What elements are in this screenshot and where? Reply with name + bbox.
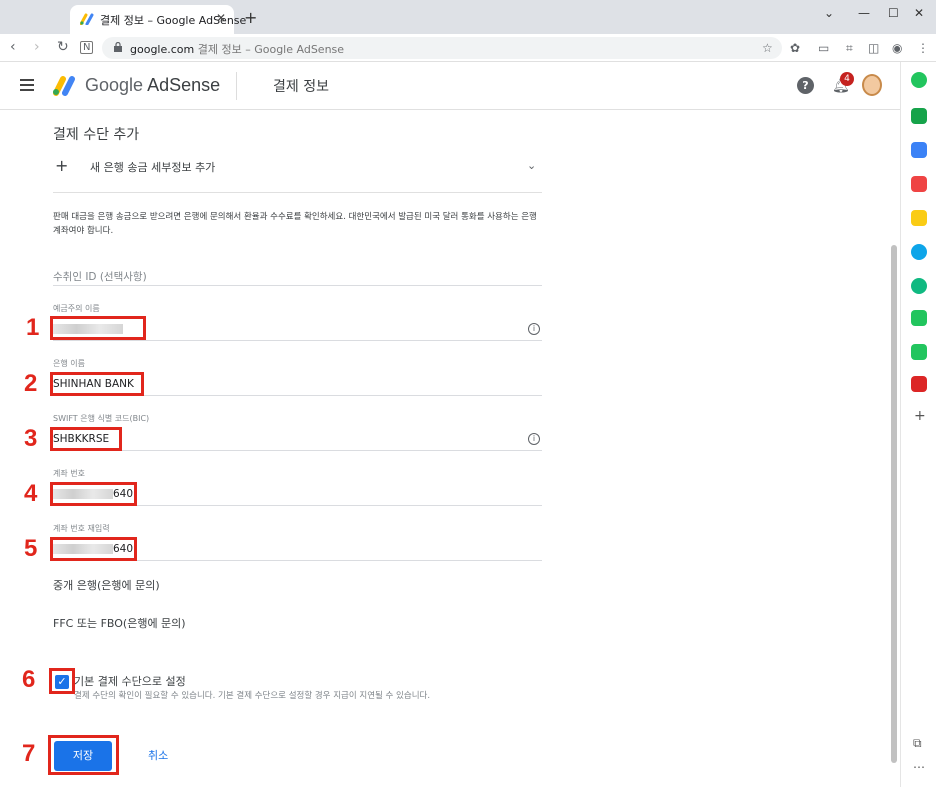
notification-badge: 4 xyxy=(840,72,854,86)
extensions-icon[interactable]: ✿ xyxy=(790,41,800,55)
tab-search-icon[interactable]: ⌄ xyxy=(824,6,834,20)
address-bar[interactable]: google.com 결제 정보 – Google AdSense ☆ xyxy=(102,37,782,59)
page-scrollbar[interactable] xyxy=(891,245,897,763)
brand-name: Google AdSense xyxy=(85,75,221,95)
annotation-box-3 xyxy=(50,427,122,451)
swift-code-field[interactable]: SWIFT 은행 식별 코드(BIC) SHBKKRSE i xyxy=(53,413,542,451)
bank-name-label: 은행 이름 xyxy=(53,359,85,368)
annotation-number-1: 1 xyxy=(26,314,40,341)
external-link-icon[interactable]: ⧉ xyxy=(913,736,922,751)
maximize-icon[interactable]: ☐ xyxy=(888,6,899,20)
annotation-number-2: 2 xyxy=(24,370,38,397)
adsense-logo-icon xyxy=(53,76,75,96)
play-app-icon[interactable] xyxy=(911,278,927,294)
app-header: Google AdSense 결제 정보 ? 🔔︎ 4 xyxy=(0,62,900,110)
screenshot-icon[interactable]: ⌗ xyxy=(846,41,853,56)
annotation-box-1 xyxy=(50,316,146,340)
annotation-box-2 xyxy=(50,372,144,396)
bank-transfer-description: 판매 대금을 은행 송금으로 받으려면 은행에 문의해서 환율과 수수료를 확인… xyxy=(53,212,537,236)
ffc-fbo-link[interactable]: FFC 또는 FBO(은행에 문의) xyxy=(53,615,186,631)
reload-icon[interactable]: ↻ xyxy=(57,39,69,55)
account-number-label: 계좌 번호 xyxy=(53,469,85,478)
account-number-confirm-label: 계좌 번호 재입력 xyxy=(53,524,110,533)
browser-tab-bar: 결제 정보 – Google AdSense ✕ + ⌄ — ☐ ✕ xyxy=(0,0,936,34)
expander-label: 새 은행 송금 세부정보 추가 xyxy=(90,161,216,174)
plus-icon: + xyxy=(55,156,69,175)
section-title: 결제 수단 추가 xyxy=(53,127,140,143)
avatar[interactable] xyxy=(862,74,882,96)
media-icon[interactable]: ▭ xyxy=(818,41,829,55)
bookmark-star-icon[interactable]: ☆ xyxy=(762,41,773,55)
payment-form: 결제 수단 추가 + 새 은행 송금 세부정보 추가 ⌄ 판매 대금을 은행 송… xyxy=(0,110,890,787)
annotation-number-3: 3 xyxy=(24,425,38,452)
intermediary-bank-link[interactable]: 중개 은행(은행에 문의) xyxy=(53,577,160,593)
reader-icon[interactable]: N xyxy=(80,41,94,54)
cancel-button[interactable]: 취소 xyxy=(148,747,168,763)
payee-id-placeholder: 수취인 ID (선택사항) xyxy=(53,271,147,283)
annotation-box-6 xyxy=(49,668,75,694)
annotation-box-5 xyxy=(50,537,137,561)
payee-id-field[interactable]: 수취인 ID (선택사항) xyxy=(53,251,542,286)
side-app-icon-9[interactable] xyxy=(911,344,927,360)
chevron-down-icon: ⌄ xyxy=(527,159,537,172)
side-app-icon-10[interactable] xyxy=(911,376,927,392)
annotation-box-7 xyxy=(48,735,119,775)
annotation-number-5: 5 xyxy=(24,535,38,562)
header-divider xyxy=(236,72,237,100)
more-icon[interactable]: ⋯ xyxy=(913,760,925,774)
default-payment-label: 기본 결제 수단으로 설정 xyxy=(74,675,186,688)
hamburger-menu-icon[interactable] xyxy=(20,79,34,91)
default-payment-note: 결제 수단의 확인이 필요할 수 있습니다. 기본 결제 수단으로 설정할 경우… xyxy=(74,691,431,701)
annotation-number-7: 7 xyxy=(22,740,36,767)
side-app-icon-2[interactable] xyxy=(911,108,927,124)
annotation-box-4 xyxy=(50,482,137,506)
info-icon[interactable]: i xyxy=(528,433,540,445)
tab-close-icon[interactable]: ✕ xyxy=(216,11,226,25)
info-icon[interactable]: i xyxy=(528,323,540,335)
window-close-icon[interactable]: ✕ xyxy=(914,6,924,20)
browser-tab[interactable]: 결제 정보 – Google AdSense ✕ xyxy=(70,5,246,34)
annotation-number-6: 6 xyxy=(22,666,36,693)
menu-kebab-icon[interactable]: ⋮ xyxy=(917,41,929,55)
page-title: 결제 정보 xyxy=(273,79,329,95)
minimize-icon[interactable]: — xyxy=(858,6,870,20)
side-app-icon-3[interactable] xyxy=(911,142,927,158)
sidebar-toggle-icon[interactable]: ◫ xyxy=(868,41,879,55)
browser-toolbar: ‹ › ↻ N google.com 결제 정보 – Google AdSens… xyxy=(0,34,936,62)
swift-label: SWIFT 은행 식별 코드(BIC) xyxy=(53,414,150,423)
account-holder-label: 예금주의 이름 xyxy=(53,304,100,313)
adsense-favicon-icon xyxy=(80,13,94,25)
side-app-icon-6[interactable] xyxy=(911,244,927,260)
star-app-icon[interactable] xyxy=(911,210,927,226)
profile-icon[interactable]: ◉ xyxy=(892,41,902,55)
forward-icon[interactable]: › xyxy=(34,39,40,55)
url-text: google.com 결제 정보 – Google AdSense xyxy=(130,43,345,56)
new-tab-button[interactable]: + xyxy=(244,8,257,27)
pocket-icon[interactable] xyxy=(911,176,927,192)
add-app-icon[interactable]: + xyxy=(914,408,926,424)
side-app-icon-8[interactable] xyxy=(911,310,927,326)
lock-icon xyxy=(114,42,122,52)
add-bank-details-expander[interactable]: + 새 은행 송금 세부정보 추가 ⌄ xyxy=(53,148,542,193)
annotation-number-4: 4 xyxy=(24,480,38,507)
back-icon[interactable]: ‹ xyxy=(10,39,16,55)
help-icon[interactable]: ? xyxy=(797,77,814,94)
side-app-icon-1[interactable] xyxy=(911,72,927,88)
browser-side-panel: + ⧉ ⋯ xyxy=(900,62,936,787)
